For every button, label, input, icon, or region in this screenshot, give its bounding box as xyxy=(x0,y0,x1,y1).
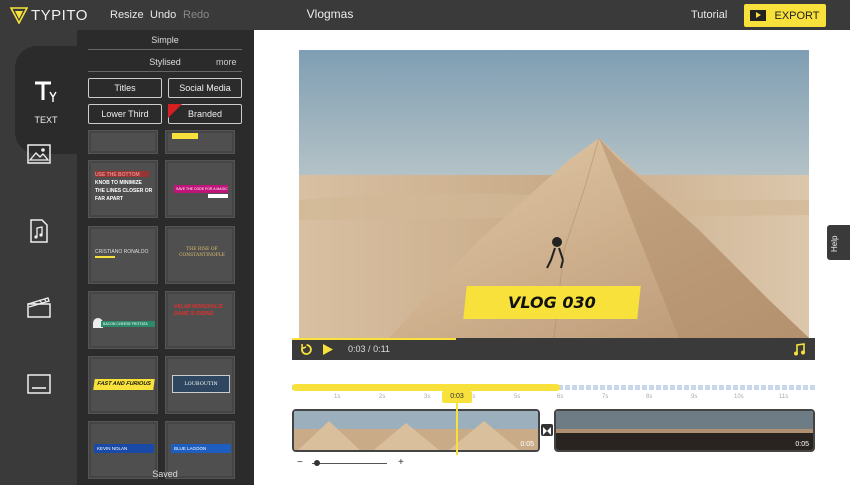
new-badge xyxy=(168,104,182,118)
zoom-slider[interactable] xyxy=(312,463,387,464)
rail-item-label: TEXT xyxy=(34,115,58,125)
clip-duration: 0:05 xyxy=(795,441,809,448)
image-icon xyxy=(26,144,51,164)
playhead[interactable] xyxy=(456,403,458,455)
category-label: Branded xyxy=(187,109,223,119)
help-label: Help xyxy=(830,235,839,252)
template-thumbnail[interactable]: BACON CHEESE FRITTATA xyxy=(88,291,158,349)
tick-label: 1s xyxy=(334,394,341,400)
template-text: CRISTIANO RONALDO xyxy=(95,249,149,255)
zoom-slider-handle[interactable] xyxy=(314,460,320,466)
rail-item-subtitles[interactable] xyxy=(0,374,77,394)
tick-label: 3s xyxy=(424,394,431,400)
film-play-icon xyxy=(750,10,767,21)
text-template-panel: Simple Stylised more Titles Social Media… xyxy=(77,30,254,485)
category-titles-button[interactable]: Titles xyxy=(88,78,162,98)
rail-item-images[interactable] xyxy=(0,144,77,164)
tick-label: 7s xyxy=(602,394,609,400)
divider xyxy=(88,49,242,50)
title-overlay-text: VLOG 030 xyxy=(508,293,596,312)
music-file-icon xyxy=(29,219,48,243)
clip-thumbnails xyxy=(556,411,813,450)
play-icon[interactable] xyxy=(322,343,334,356)
template-text: KEVIN NOLAN xyxy=(94,444,154,453)
template-thumbnail[interactable]: SAVE THE CODE FOR A MAGIC xyxy=(165,160,235,218)
divider xyxy=(88,71,242,72)
template-text: SAVE THE CODE FOR A MAGIC xyxy=(174,185,228,193)
rail-item-audio[interactable] xyxy=(0,219,77,243)
more-link[interactable]: more xyxy=(216,57,237,67)
clip-duration: 0:05 xyxy=(520,441,534,448)
template-thumbnail[interactable]: USE THE BOTTOM KNOB TO MINIMIZE THE LINE… xyxy=(88,160,158,218)
template-text: BLUE LAGOON xyxy=(171,444,231,453)
tick-label: 10s xyxy=(734,394,744,400)
playhead-time[interactable]: 0:03 xyxy=(442,391,472,403)
replay-icon[interactable] xyxy=(300,343,313,356)
template-text: VALAR MORGHULIS DAME IS RISING xyxy=(174,304,223,317)
clapperboard-icon xyxy=(26,297,51,318)
tick-label: 5s xyxy=(514,394,521,400)
playback-progress[interactable] xyxy=(292,338,456,340)
template-thumbnail[interactable]: LOUBOUTIN xyxy=(165,356,235,414)
video-preview[interactable]: VLOG 030 xyxy=(299,50,809,338)
video-clip[interactable]: 0:05 xyxy=(292,409,540,452)
tool-rail: TEXT xyxy=(0,30,77,485)
category-social-media-button[interactable]: Social Media xyxy=(168,78,242,98)
category-branded-button[interactable]: Branded xyxy=(168,104,242,124)
export-label: EXPORT xyxy=(774,9,820,22)
zoom-out-button[interactable]: − xyxy=(297,457,303,468)
subtitle-icon xyxy=(26,374,51,394)
text-icon xyxy=(35,81,57,102)
tick-label: 8s xyxy=(646,394,653,400)
clip-thumbnails xyxy=(294,411,538,450)
timeline-selection[interactable] xyxy=(292,384,560,391)
template-thumbnail[interactable]: FAST AND FURIOUS xyxy=(88,356,158,414)
template-thumbnail[interactable]: VALAR MORGHULIS DAME IS RISING xyxy=(165,291,235,349)
title-overlay[interactable]: VLOG 030 xyxy=(463,286,641,319)
category-lower-third-button[interactable]: Lower Third xyxy=(88,104,162,124)
top-bar: TYPITO Resize Undo Redo Vlogmas Tutorial… xyxy=(0,0,850,30)
tick-label: 2s xyxy=(379,394,386,400)
template-thumbnail[interactable] xyxy=(165,130,235,154)
template-thumbnail[interactable]: CRISTIANO RONALDO xyxy=(88,226,158,284)
template-text: BACON CHEESE FRITTATA xyxy=(101,321,155,327)
music-note-icon[interactable] xyxy=(793,343,806,356)
time-separator: / xyxy=(368,344,371,354)
tick-label: 9s xyxy=(691,394,698,400)
tab-simple[interactable]: Simple xyxy=(88,35,242,45)
transition-icon[interactable] xyxy=(541,424,553,436)
template-text: THE RISE OF CONSTANTINOPLE xyxy=(179,247,225,258)
template-thumbnail[interactable]: THE RISE OF CONSTANTINOPLE xyxy=(165,226,235,284)
template-text: LOUBOUTIN xyxy=(172,375,230,393)
saved-section-label[interactable]: Saved xyxy=(88,469,242,479)
template-thumbnail[interactable] xyxy=(88,130,158,154)
editor-stage: VLOG 030 0:03 / 0:11 1s 2s 3s 4s 5s 6s 7… xyxy=(254,30,850,485)
rail-item-video[interactable] xyxy=(0,296,77,318)
tick-label: 11s xyxy=(779,394,789,400)
video-clip[interactable]: 0:05 xyxy=(554,409,815,452)
tick-label: 6s xyxy=(557,394,564,400)
player-controls: 0:03 / 0:11 xyxy=(292,338,815,360)
rail-item-text[interactable]: TEXT xyxy=(15,46,77,154)
current-time: 0:03 xyxy=(348,344,366,354)
total-time: 0:11 xyxy=(373,344,390,354)
export-button[interactable]: EXPORT xyxy=(744,4,826,27)
zoom-in-button[interactable]: + xyxy=(398,457,404,468)
project-title[interactable]: Vlogmas xyxy=(0,7,660,21)
time-readout: 0:03 / 0:11 xyxy=(348,344,390,354)
tutorial-button[interactable]: Tutorial xyxy=(691,9,727,21)
template-text: FAST AND FURIOUS xyxy=(93,379,155,390)
